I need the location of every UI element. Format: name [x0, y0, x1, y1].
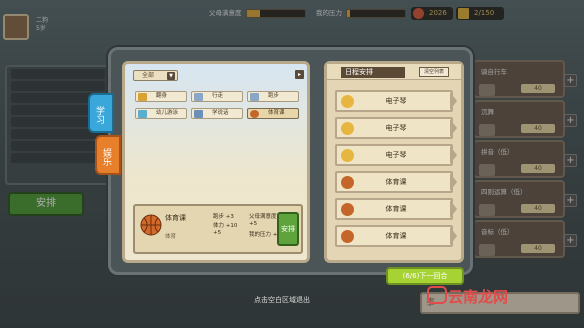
schedule-header: 日程安排 清空列表	[327, 64, 461, 80]
activity-item[interactable]: 幼儿游泳	[135, 108, 187, 119]
slot-tip	[450, 146, 457, 164]
activity-label: 跑步	[268, 93, 280, 99]
detail-name: 体育课	[165, 214, 186, 222]
basketball-icon	[341, 230, 354, 243]
activity-label: 学说话	[212, 110, 229, 116]
schedule-title: 日程安排	[341, 67, 405, 78]
tab-study[interactable]: 学习	[88, 93, 114, 133]
detail-effect: +5	[213, 230, 222, 236]
activity-icon	[138, 93, 147, 101]
slot-label: 电子琴	[385, 151, 407, 159]
detail-parent-value: +5	[249, 221, 258, 227]
activity-label: 体育课	[268, 110, 285, 116]
clear-list-button[interactable]: 清空列表	[419, 67, 449, 77]
activity-item[interactable]: 跑步	[247, 91, 299, 102]
activity-label: 幼儿游泳	[156, 110, 179, 116]
activity-panel: 全部 ▼ ▸ 翻身 行走 跑步 幼儿游泳 学说话 体育课 体育课 体育 跑步 +3…	[122, 61, 310, 263]
basketball-icon	[140, 214, 162, 236]
basketball-icon	[341, 203, 354, 216]
schedule-slot[interactable]: 电子琴	[335, 144, 457, 166]
activity-label: 行走	[212, 93, 224, 99]
schedule-panel: 日程安排 清空列表 电子琴 电子琴 电子琴 体育课 体育课 体育课	[324, 61, 464, 263]
panel-toggle[interactable]: ▸	[295, 70, 304, 79]
slot-tip	[450, 173, 457, 191]
arrange-button[interactable]: 安排	[277, 212, 299, 246]
schedule-slot[interactable]: 电子琴	[335, 117, 457, 139]
watermark-logo-icon	[427, 286, 447, 304]
activity-icon	[194, 110, 203, 118]
detail-effect: 跑步 +3	[213, 214, 234, 220]
slot-label: 电子琴	[385, 97, 407, 105]
chevron-down-icon: ▼	[167, 72, 175, 80]
slot-tip	[450, 227, 457, 245]
next-round-button[interactable]: (6/6)下一回合	[386, 267, 464, 285]
activity-icon	[138, 110, 147, 118]
slot-tip	[450, 200, 457, 218]
schedule-slot[interactable]: 体育课	[335, 171, 457, 193]
slot-label: 体育课	[385, 178, 407, 186]
activity-item[interactable]: 行走	[191, 91, 243, 102]
slot-tip	[450, 119, 457, 137]
detail-category: 体育	[165, 234, 177, 240]
activity-item[interactable]: 翻身	[135, 91, 187, 102]
exit-hint: 点击空白区域退出	[254, 296, 310, 304]
schedule-slot[interactable]: 体育课	[335, 198, 457, 220]
activity-label: 翻身	[156, 93, 168, 99]
schedule-slot[interactable]: 电子琴	[335, 90, 457, 112]
smile-icon	[341, 122, 354, 135]
slot-label: 体育课	[385, 205, 407, 213]
activity-item[interactable]: 体育课	[247, 108, 299, 119]
slot-tip	[450, 92, 457, 110]
slot-label: 体育课	[385, 232, 407, 240]
smile-icon	[341, 149, 354, 162]
detail-effect: 体力 +10	[213, 223, 238, 229]
detail-parent-label: 父母满意度	[249, 214, 277, 220]
activity-item[interactable]: 学说话	[191, 108, 243, 119]
activity-icon	[194, 93, 203, 101]
smile-icon	[341, 95, 354, 108]
schedule-slot[interactable]: 体育课	[335, 225, 457, 247]
activity-icon	[250, 93, 259, 101]
tab-play[interactable]: 娱乐	[95, 135, 121, 175]
basketball-icon	[341, 176, 354, 189]
basketball-icon	[250, 110, 259, 118]
filter-dropdown[interactable]: 全部 ▼	[133, 70, 178, 81]
slot-label: 电子琴	[385, 124, 407, 132]
activity-detail: 体育课 体育 跑步 +3 体力 +10 +5 父母满意度 +5 我的压力 +5 …	[133, 204, 303, 254]
filter-value: 全部	[142, 72, 155, 79]
watermark: 云南龙网	[448, 288, 509, 306]
